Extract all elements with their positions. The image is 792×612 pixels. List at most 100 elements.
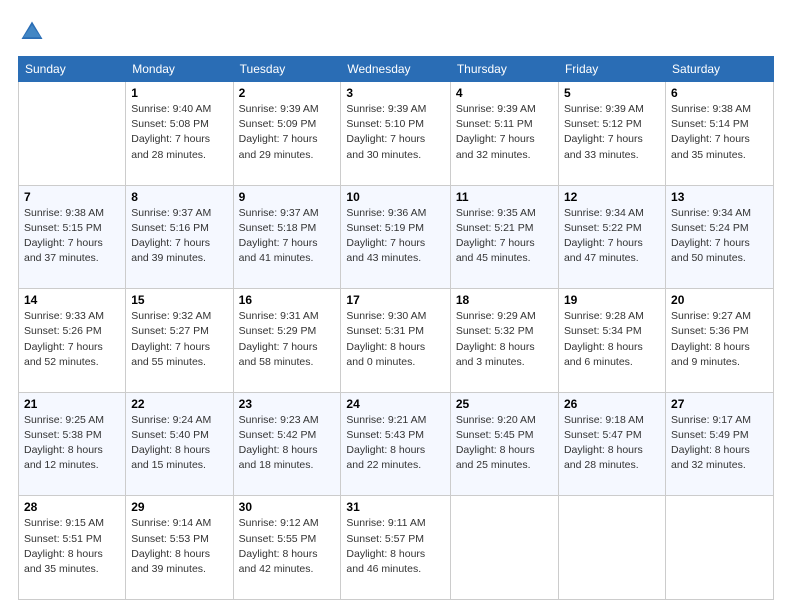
weekday-header-thursday: Thursday xyxy=(450,57,558,82)
weekday-header-saturday: Saturday xyxy=(666,57,774,82)
day-number: 28 xyxy=(24,500,120,514)
day-number: 22 xyxy=(131,397,227,411)
calendar-cell: 21Sunrise: 9:25 AMSunset: 5:38 PMDayligh… xyxy=(19,392,126,496)
day-number: 6 xyxy=(671,86,768,100)
day-number: 15 xyxy=(131,293,227,307)
calendar-cell xyxy=(666,496,774,600)
calendar-cell xyxy=(558,496,665,600)
day-number: 23 xyxy=(239,397,336,411)
day-info: Sunrise: 9:31 AMSunset: 5:29 PMDaylight:… xyxy=(239,309,336,370)
calendar-cell: 5Sunrise: 9:39 AMSunset: 5:12 PMDaylight… xyxy=(558,82,665,186)
calendar-cell: 12 Sunrise: 9:34 AMSunset: 5:22 PMDayligh… xyxy=(558,185,665,289)
calendar-cell: 22 Sunrise: 9:24 AMSunset: 5:40 PMDayligh… xyxy=(126,392,233,496)
day-number: 12 xyxy=(564,190,660,204)
calendar-cell: 11 Sunrise: 9:35 AMSunset: 5:21 PMDayligh… xyxy=(450,185,558,289)
day-number: 19 xyxy=(564,293,660,307)
calendar-cell: 29 Sunrise: 9:14 AMSunset: 5:53 PMDayligh… xyxy=(126,496,233,600)
day-number: 18 xyxy=(456,293,553,307)
weekday-header-friday: Friday xyxy=(558,57,665,82)
day-number: 20 xyxy=(671,293,768,307)
page: SundayMondayTuesdayWednesdayThursdayFrid… xyxy=(0,0,792,612)
calendar-table: SundayMondayTuesdayWednesdayThursdayFrid… xyxy=(18,56,774,600)
day-number: 1 xyxy=(131,86,227,100)
calendar-week-3: 14 Sunrise: 9:33 AMSunset: 5:26 PMDayligh… xyxy=(19,289,774,393)
day-info: Sunrise: 9:33 AMSunset: 5:26 PMDaylight:… xyxy=(24,309,120,370)
day-number: 21 xyxy=(24,397,120,411)
day-number: 31 xyxy=(346,500,444,514)
calendar-week-1: 1 Sunrise: 9:40 AMSunset: 5:08 PMDaylight… xyxy=(19,82,774,186)
day-info: Sunrise: 9:39 AMSunset: 5:10 PMDaylight:… xyxy=(346,102,444,163)
weekday-header-tuesday: Tuesday xyxy=(233,57,341,82)
calendar-cell: 6 Sunrise: 9:38 AMSunset: 5:14 PMDaylight… xyxy=(666,82,774,186)
day-info: Sunrise: 9:17 AMSunset: 5:49 PMDaylight:… xyxy=(671,413,768,474)
day-info: Sunrise: 9:21 AMSunset: 5:43 PMDaylight:… xyxy=(346,413,444,474)
calendar-cell: 20 Sunrise: 9:27 AMSunset: 5:36 PMDayligh… xyxy=(666,289,774,393)
weekday-header-sunday: Sunday xyxy=(19,57,126,82)
day-number: 13 xyxy=(671,190,768,204)
calendar-week-5: 28Sunrise: 9:15 AMSunset: 5:51 PMDayligh… xyxy=(19,496,774,600)
day-info: Sunrise: 9:29 AMSunset: 5:32 PMDaylight:… xyxy=(456,309,553,370)
logo-icon xyxy=(18,18,46,46)
calendar-week-2: 7 Sunrise: 9:38 AMSunset: 5:15 PMDaylight… xyxy=(19,185,774,289)
day-info: Sunrise: 9:14 AMSunset: 5:53 PMDaylight:… xyxy=(131,516,227,577)
logo xyxy=(18,18,50,46)
day-info: Sunrise: 9:36 AMSunset: 5:19 PMDaylight:… xyxy=(346,206,444,267)
day-number: 10 xyxy=(346,190,444,204)
weekday-header-row: SundayMondayTuesdayWednesdayThursdayFrid… xyxy=(19,57,774,82)
day-info: Sunrise: 9:35 AMSunset: 5:21 PMDaylight:… xyxy=(456,206,553,267)
calendar-cell: 4Sunrise: 9:39 AMSunset: 5:11 PMDaylight… xyxy=(450,82,558,186)
day-info: Sunrise: 9:34 AMSunset: 5:22 PMDaylight:… xyxy=(564,206,660,267)
day-info: Sunrise: 9:30 AMSunset: 5:31 PMDaylight:… xyxy=(346,309,444,370)
calendar-cell: 13 Sunrise: 9:34 AMSunset: 5:24 PMDayligh… xyxy=(666,185,774,289)
day-info: Sunrise: 9:39 AMSunset: 5:11 PMDaylight:… xyxy=(456,102,553,163)
calendar-cell: 24 Sunrise: 9:21 AMSunset: 5:43 PMDayligh… xyxy=(341,392,450,496)
calendar-cell: 31 Sunrise: 9:11 AMSunset: 5:57 PMDayligh… xyxy=(341,496,450,600)
day-number: 7 xyxy=(24,190,120,204)
calendar-cell: 30Sunrise: 9:12 AMSunset: 5:55 PMDayligh… xyxy=(233,496,341,600)
day-info: Sunrise: 9:32 AMSunset: 5:27 PMDaylight:… xyxy=(131,309,227,370)
day-number: 9 xyxy=(239,190,336,204)
day-info: Sunrise: 9:27 AMSunset: 5:36 PMDaylight:… xyxy=(671,309,768,370)
calendar-cell: 23 Sunrise: 9:23 AMSunset: 5:42 PMDayligh… xyxy=(233,392,341,496)
calendar-cell: 16Sunrise: 9:31 AMSunset: 5:29 PMDayligh… xyxy=(233,289,341,393)
day-number: 3 xyxy=(346,86,444,100)
calendar-cell xyxy=(450,496,558,600)
day-info: Sunrise: 9:39 AMSunset: 5:09 PMDaylight:… xyxy=(239,102,336,163)
day-info: Sunrise: 9:37 AMSunset: 5:18 PMDaylight:… xyxy=(239,206,336,267)
calendar-cell: 17 Sunrise: 9:30 AMSunset: 5:31 PMDayligh… xyxy=(341,289,450,393)
day-number: 24 xyxy=(346,397,444,411)
day-number: 8 xyxy=(131,190,227,204)
calendar-cell: 2Sunrise: 9:39 AMSunset: 5:09 PMDaylight… xyxy=(233,82,341,186)
day-info: Sunrise: 9:24 AMSunset: 5:40 PMDaylight:… xyxy=(131,413,227,474)
day-info: Sunrise: 9:40 AMSunset: 5:08 PMDaylight:… xyxy=(131,102,227,163)
day-info: Sunrise: 9:23 AMSunset: 5:42 PMDaylight:… xyxy=(239,413,336,474)
calendar-cell: 18 Sunrise: 9:29 AMSunset: 5:32 PMDayligh… xyxy=(450,289,558,393)
calendar-week-4: 21Sunrise: 9:25 AMSunset: 5:38 PMDayligh… xyxy=(19,392,774,496)
calendar-cell: 25Sunrise: 9:20 AMSunset: 5:45 PMDayligh… xyxy=(450,392,558,496)
calendar-cell: 26 Sunrise: 9:18 AMSunset: 5:47 PMDayligh… xyxy=(558,392,665,496)
day-info: Sunrise: 9:18 AMSunset: 5:47 PMDaylight:… xyxy=(564,413,660,474)
calendar-cell: 14 Sunrise: 9:33 AMSunset: 5:26 PMDayligh… xyxy=(19,289,126,393)
calendar-cell: 9 Sunrise: 9:37 AMSunset: 5:18 PMDaylight… xyxy=(233,185,341,289)
day-info: Sunrise: 9:38 AMSunset: 5:15 PMDaylight:… xyxy=(24,206,120,267)
day-info: Sunrise: 9:28 AMSunset: 5:34 PMDaylight:… xyxy=(564,309,660,370)
calendar-cell: 19 Sunrise: 9:28 AMSunset: 5:34 PMDayligh… xyxy=(558,289,665,393)
day-info: Sunrise: 9:11 AMSunset: 5:57 PMDaylight:… xyxy=(346,516,444,577)
calendar-cell: 3 Sunrise: 9:39 AMSunset: 5:10 PMDaylight… xyxy=(341,82,450,186)
calendar-cell: 8Sunrise: 9:37 AMSunset: 5:16 PMDaylight… xyxy=(126,185,233,289)
day-number: 26 xyxy=(564,397,660,411)
calendar-cell: 15 Sunrise: 9:32 AMSunset: 5:27 PMDayligh… xyxy=(126,289,233,393)
day-info: Sunrise: 9:38 AMSunset: 5:14 PMDaylight:… xyxy=(671,102,768,163)
calendar-cell: 1 Sunrise: 9:40 AMSunset: 5:08 PMDaylight… xyxy=(126,82,233,186)
day-info: Sunrise: 9:20 AMSunset: 5:45 PMDaylight:… xyxy=(456,413,553,474)
calendar-cell: 10 Sunrise: 9:36 AMSunset: 5:19 PMDayligh… xyxy=(341,185,450,289)
day-number: 17 xyxy=(346,293,444,307)
weekday-header-monday: Monday xyxy=(126,57,233,82)
day-number: 30 xyxy=(239,500,336,514)
day-number: 11 xyxy=(456,190,553,204)
day-number: 27 xyxy=(671,397,768,411)
day-number: 29 xyxy=(131,500,227,514)
day-info: Sunrise: 9:34 AMSunset: 5:24 PMDaylight:… xyxy=(671,206,768,267)
day-number: 14 xyxy=(24,293,120,307)
calendar-cell: 7 Sunrise: 9:38 AMSunset: 5:15 PMDaylight… xyxy=(19,185,126,289)
